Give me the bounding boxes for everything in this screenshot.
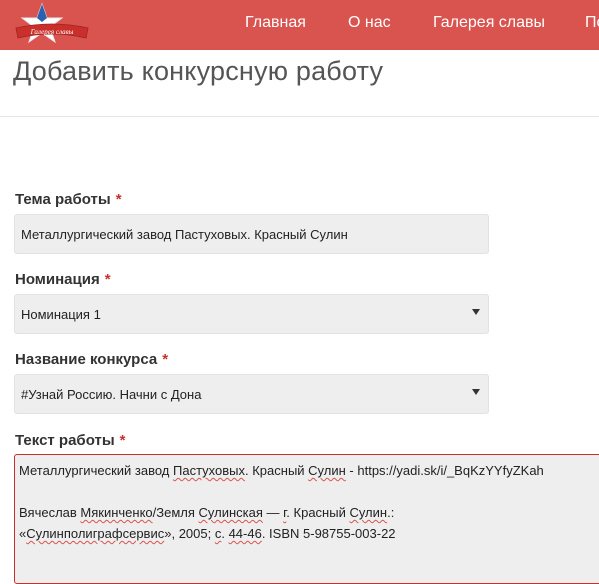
nav-more[interactable]: По (585, 14, 599, 32)
caret-down-icon (472, 389, 480, 395)
nomination-label: Номинация * (15, 271, 111, 288)
title-divider (0, 116, 599, 117)
text-label: Текст работы * (15, 432, 125, 449)
page-title: Добавить конкурсную работу (13, 56, 384, 86)
nav-gallery[interactable]: Галерея славы (433, 14, 545, 32)
text-label-text: Текст работы (15, 432, 115, 449)
main-nav: Главная О нас Галерея славы По (0, 0, 599, 50)
textarea-line-3: «Сулинполиграфсервис», 2005; с. 44-46. I… (19, 526, 396, 541)
caret-down-icon (472, 309, 480, 315)
required-mark: * (162, 351, 169, 368)
required-mark: * (104, 271, 111, 288)
required-mark: * (119, 432, 126, 449)
required-mark: * (115, 191, 122, 208)
topic-input-value: Металлургический завод Пастуховых. Красн… (21, 227, 348, 242)
nav-about[interactable]: О нас (348, 14, 391, 32)
nomination-label-text: Номинация (15, 271, 100, 288)
top-navbar: Галерея славы Главная О нас Галерея слав… (0, 0, 599, 50)
topic-label-text: Тема работы (15, 191, 111, 208)
contest-label-text: Название конкурса (15, 351, 158, 368)
textarea-line-1: Металлургический завод Пастуховых. Красн… (19, 463, 544, 478)
text-textarea[interactable]: Металлургический завод Пастуховых. Красн… (14, 454, 599, 584)
nomination-select[interactable]: Номинация 1 (14, 294, 489, 334)
contest-select[interactable]: #Узнай Россию. Начни с Дона (14, 374, 489, 414)
nav-home[interactable]: Главная (245, 14, 306, 32)
contest-label: Название конкурса * (15, 351, 168, 368)
contest-selected-value: #Узнай Россию. Начни с Дона (21, 387, 202, 402)
topic-input[interactable]: Металлургический завод Пастуховых. Красн… (14, 214, 489, 254)
textarea-line-2: Вячеслав Мякинченко/Земля Сулинская — г.… (19, 505, 395, 520)
topic-label: Тема работы * (15, 191, 122, 208)
nomination-selected-value: Номинация 1 (21, 307, 101, 322)
